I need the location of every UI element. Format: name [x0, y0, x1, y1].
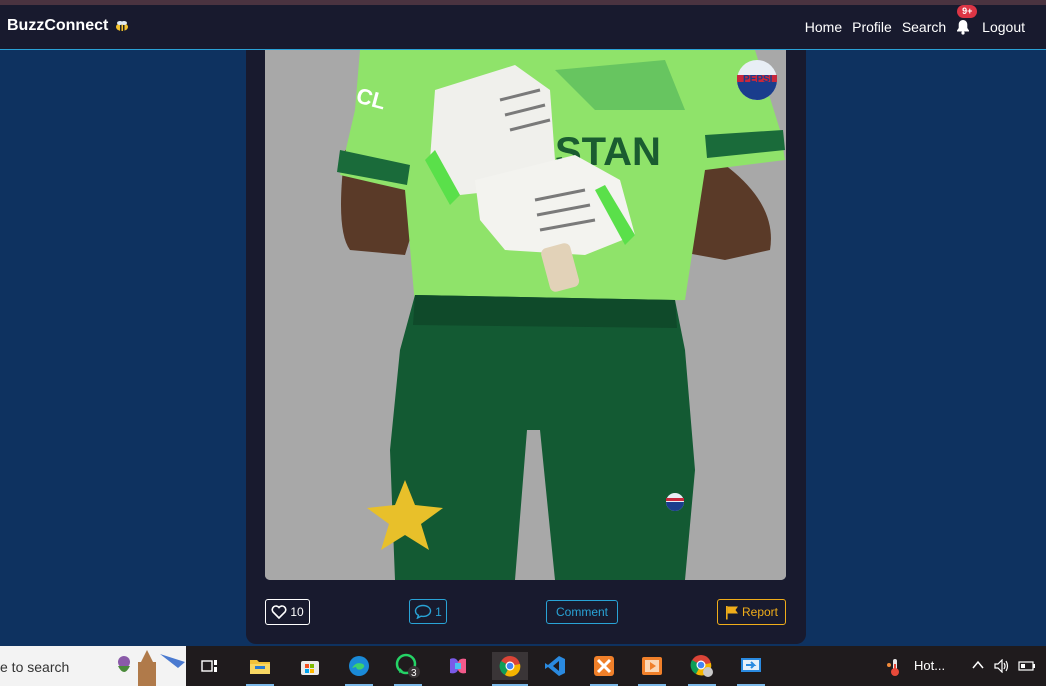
chevron-up-icon[interactable]	[972, 660, 984, 670]
chrome-icon[interactable]	[492, 652, 528, 686]
like-count: 10	[290, 605, 304, 619]
notification-badge: 9+	[957, 5, 978, 18]
media-player-icon[interactable]	[638, 652, 666, 686]
comment-button[interactable]: Comment	[546, 600, 618, 624]
xampp-icon[interactable]	[590, 652, 618, 686]
comment-count-button[interactable]: 1	[409, 599, 447, 624]
pepsi-logo-text: PEPSI	[743, 74, 773, 85]
heart-icon	[271, 605, 287, 619]
report-label: Report	[741, 605, 779, 619]
copilot-icon[interactable]	[444, 652, 472, 680]
comment-count: 1	[435, 604, 442, 619]
bee-icon	[116, 21, 129, 31]
remote-desktop-icon[interactable]	[737, 652, 765, 686]
nav-links: Home Profile Search 9+ Logout	[805, 5, 1025, 35]
speaker-icon[interactable]	[994, 659, 1010, 673]
nav-search-link[interactable]: Search	[902, 19, 946, 35]
report-button[interactable]: Report	[717, 599, 786, 625]
flag-icon	[725, 605, 738, 619]
brand-name: BuzzConnect	[7, 17, 109, 34]
chrome-profile-icon[interactable]	[688, 652, 716, 686]
taskbar-search-box[interactable]: e to search	[0, 646, 186, 686]
cricketer-photo: STAN CL PEPSI	[265, 50, 786, 580]
brand[interactable]: BuzzConnect	[7, 17, 130, 35]
bell-icon	[957, 20, 970, 35]
whatsapp-badge: 3	[411, 668, 417, 679]
file-explorer-icon[interactable]	[246, 652, 274, 686]
whatsapp-icon[interactable]: 3	[394, 652, 422, 686]
like-button[interactable]: 10	[265, 599, 310, 625]
edge-icon[interactable]	[345, 652, 373, 686]
notifications-button[interactable]: 9+	[956, 5, 978, 35]
navbar: BuzzConnect Home Profile Search 9+ Logou…	[0, 5, 1046, 50]
nav-logout-link[interactable]: Logout	[982, 19, 1025, 35]
store-icon[interactable]	[296, 652, 324, 680]
windows-taskbar: e to search 3 Hot...	[0, 646, 1046, 686]
taskbar-search-text: e to search	[0, 659, 70, 675]
speech-bubble-icon	[414, 604, 432, 619]
vscode-icon[interactable]	[541, 652, 569, 680]
nav-profile-link[interactable]: Profile	[852, 19, 892, 35]
thermometer-icon	[887, 659, 899, 676]
post-image[interactable]: STAN CL PEPSI	[265, 50, 786, 580]
battery-icon[interactable]	[1018, 661, 1036, 671]
nav-home-link[interactable]: Home	[805, 19, 842, 35]
weather-text[interactable]: Hot...	[914, 658, 945, 673]
search-highlight-icon	[118, 650, 185, 686]
post-card: STAN CL PEPSI 10 1 Comment Report	[246, 50, 806, 644]
task-view-icon[interactable]	[196, 652, 224, 680]
